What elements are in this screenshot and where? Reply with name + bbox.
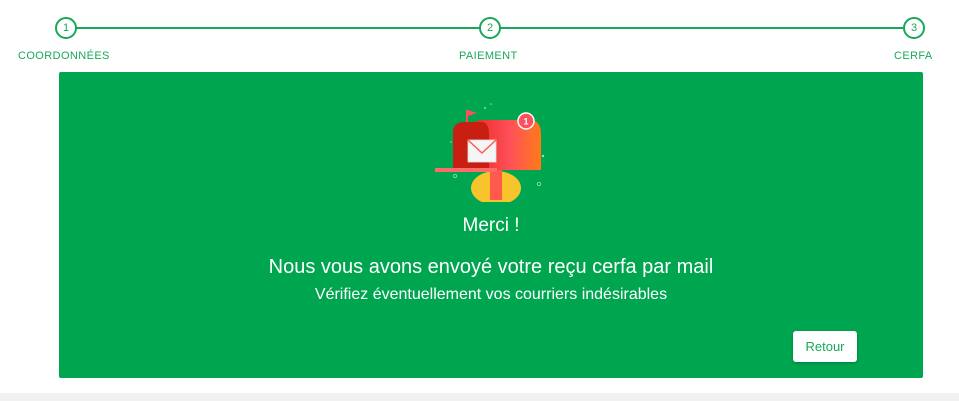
- step-label-coordonnees: COORDONNÉES: [18, 50, 110, 62]
- confirmation-page: 1 COORDONNÉES 2 PAIEMENT 3 CERFA 1 Merci…: [0, 0, 959, 401]
- mailbox-badge-count: 1: [523, 117, 528, 127]
- page-title: Merci !: [462, 215, 520, 236]
- step-label-paiement: PAIEMENT: [459, 50, 518, 62]
- step-circle-1: 1: [55, 17, 77, 39]
- confirmation-message: Nous vous avons envoyé votre reçu cerfa …: [268, 256, 714, 278]
- spam-folder-note: Vérifiez éventuellement vos courriers in…: [314, 286, 668, 303]
- success-card: 1 Merci ! Nous vous avons envoyé votre r…: [59, 72, 923, 378]
- step-circle-3: 3: [903, 17, 925, 39]
- back-button[interactable]: Retour: [793, 331, 857, 362]
- step-circle-2: 2: [479, 17, 501, 39]
- step-label-cerfa: CERFA: [894, 50, 933, 62]
- mailbox-icon: 1: [435, 103, 545, 202]
- footer-strip: [0, 393, 959, 401]
